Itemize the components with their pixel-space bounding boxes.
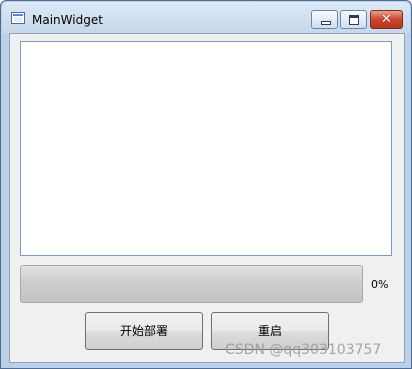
minimize-icon — [321, 21, 331, 25]
maximize-button[interactable] — [340, 10, 367, 29]
log-text-area[interactable] — [20, 41, 392, 256]
client-area: 0% 开始部署 重启 — [9, 33, 405, 363]
title-bar[interactable]: MainWidget ✕ — [2, 2, 410, 34]
progress-percent-label: 0% — [371, 278, 389, 291]
app-window-icon — [11, 12, 25, 24]
maximize-icon — [349, 15, 359, 25]
main-window: MainWidget ✕ 0% 开始部署 重启 — [0, 0, 412, 369]
close-button[interactable]: ✕ — [370, 10, 403, 29]
window-title: MainWidget — [32, 13, 103, 27]
start-deploy-button[interactable]: 开始部署 — [85, 312, 203, 350]
watermark-text: CSDN @qq303103757 — [225, 342, 382, 358]
close-icon: ✕ — [381, 12, 392, 27]
progress-bar — [20, 265, 363, 303]
minimize-button[interactable] — [311, 10, 338, 29]
